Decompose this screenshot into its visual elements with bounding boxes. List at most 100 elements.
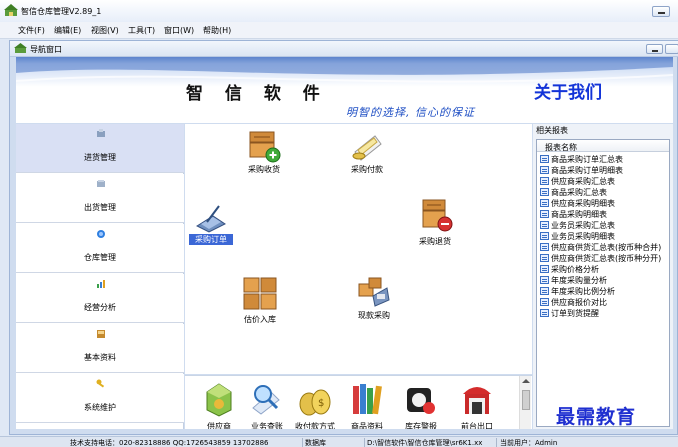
chart-icon bbox=[97, 280, 105, 288]
purchase-receive-button[interactable]: 采购收货 bbox=[240, 128, 288, 175]
toolbar-label-front-exit: 前台出口 bbox=[461, 422, 493, 429]
estimated-inbound-label: 估价入库 bbox=[244, 315, 276, 324]
report-item[interactable]: 订单到货提醒 bbox=[540, 308, 599, 319]
report-item[interactable]: 商品采购订单汇总表 bbox=[540, 154, 623, 165]
report-item[interactable]: 业务员采购汇总表 bbox=[540, 220, 615, 231]
purchase-order-button[interactable]: 采购订单 bbox=[189, 202, 233, 245]
purchase-return-label: 采购退货 bbox=[419, 237, 451, 246]
related-reports-title: 相关报表 bbox=[536, 126, 568, 135]
nav-item-basic-data[interactable]: 基本资料 bbox=[16, 324, 184, 373]
purchase-payment-button[interactable]: 采购付款 bbox=[343, 130, 391, 175]
menu-window[interactable]: 窗口(W) bbox=[164, 25, 194, 36]
report-item[interactable]: 供应商供货汇总表(按币种合并) bbox=[540, 242, 661, 253]
report-item[interactable]: 供应商采购汇总表 bbox=[540, 176, 615, 187]
nav-label-shipping: 出货管理 bbox=[84, 203, 116, 212]
report-doc-icon bbox=[540, 188, 549, 196]
minimize-button[interactable] bbox=[652, 6, 670, 17]
status-support: 技术支持电话：020-82318886 QQ:1726543859 137028… bbox=[70, 438, 303, 447]
report-item-label: 供应商供货汇总表(按币种合并) bbox=[551, 243, 662, 252]
app-logo-icon bbox=[4, 4, 18, 16]
report-item-label: 商品采购明细表 bbox=[551, 210, 607, 219]
app-title: 智信仓库管理V2.89_1 bbox=[21, 7, 102, 16]
nav-item-shipping[interactable]: 出货管理 bbox=[16, 174, 184, 223]
quick-toolbar: 供应商 业务查账 $ 收付款方式 商品资料 库存警报 前台出口 bbox=[185, 375, 532, 429]
toolbar-scrollbar[interactable] bbox=[519, 376, 531, 429]
brand-title: 智 信 软 件 bbox=[186, 84, 328, 104]
status-path: D:\智信软件\智信仓库管理\sr6K1.xx bbox=[367, 438, 497, 447]
status-bar: 技术支持电话：020-82318886 QQ:1726543859 137028… bbox=[0, 436, 678, 447]
report-item-label: 业务员采购汇总表 bbox=[551, 221, 615, 230]
toolbar-stock-alert[interactable]: 库存警报 bbox=[399, 380, 443, 429]
toolbar-label-product-data: 商品资料 bbox=[351, 422, 383, 429]
report-doc-icon bbox=[540, 177, 549, 185]
report-item[interactable]: 年度采购比例分析 bbox=[540, 286, 615, 297]
report-item-label: 商品采购订单明细表 bbox=[551, 166, 623, 175]
report-list: 报表名称 商品采购订单汇总表 商品采购订单明细表 供应商采购汇总表 商品采购汇总表 供应… bbox=[536, 139, 670, 427]
report-item-label: 供应商报价对比 bbox=[551, 298, 607, 307]
menu-file[interactable]: 文件(F) bbox=[18, 25, 45, 36]
report-doc-icon bbox=[540, 254, 549, 262]
report-item[interactable]: 供应商供货汇总表(按币种分开) bbox=[540, 253, 661, 264]
report-item-label: 供应商供货汇总表(按币种分开) bbox=[551, 254, 662, 263]
nav-item-purchase[interactable]: 进货管理 bbox=[16, 124, 184, 173]
child-maximize-button[interactable] bbox=[665, 44, 678, 54]
about-us-link[interactable]: 关于我们 bbox=[534, 78, 602, 103]
report-item-label: 商品采购汇总表 bbox=[551, 188, 607, 197]
report-item[interactable]: 采购价格分析 bbox=[540, 264, 599, 275]
cash-purchase-button[interactable]: 现款采购 bbox=[349, 274, 399, 321]
estimated-inbound-button[interactable]: 估价入库 bbox=[235, 274, 285, 325]
toolbar-label-account-check: 业务查账 bbox=[251, 422, 283, 429]
report-item-label: 商品采购订单汇总表 bbox=[551, 155, 623, 164]
report-item[interactable]: 商品采购明细表 bbox=[540, 209, 607, 220]
report-item[interactable]: 商品采购订单明细表 bbox=[540, 165, 623, 176]
report-item-label: 供应商采购明细表 bbox=[551, 199, 615, 208]
shop-icon bbox=[463, 387, 491, 414]
toolbar-product-data[interactable]: 商品资料 bbox=[345, 380, 389, 429]
menu-help[interactable]: 帮助(H) bbox=[203, 25, 231, 36]
menu-tools[interactable]: 工具(T) bbox=[128, 25, 155, 36]
report-item[interactable]: 业务员采购明细表 bbox=[540, 231, 615, 242]
box-remove-icon bbox=[422, 199, 453, 232]
status-db: 数据库 bbox=[305, 438, 365, 447]
app-titlebar: 智信仓库管理V2.89_1 bbox=[0, 0, 678, 22]
toolbar-account-check[interactable]: 业务查账 bbox=[245, 380, 289, 429]
child-minimize-button[interactable] bbox=[646, 44, 663, 54]
report-item[interactable]: 年度采购量分析 bbox=[540, 275, 607, 286]
toolbar-supplier[interactable]: 供应商 bbox=[197, 380, 241, 429]
nav-item-system[interactable]: 系统维护 bbox=[16, 374, 184, 423]
report-item[interactable]: 商品采购汇总表 bbox=[540, 187, 607, 198]
report-item-label: 采购价格分析 bbox=[551, 265, 599, 274]
purchase-order-label: 采购订单 bbox=[189, 234, 233, 245]
cash-purchase-label: 现款采购 bbox=[358, 311, 390, 320]
report-item[interactable]: 供应商报价对比 bbox=[540, 297, 607, 308]
nav-label-basic-data: 基本资料 bbox=[84, 353, 116, 362]
scroll-up-icon[interactable] bbox=[522, 379, 530, 383]
magnifier-icon bbox=[252, 385, 280, 415]
report-doc-icon bbox=[540, 287, 549, 295]
shipping-icon bbox=[97, 180, 105, 187]
toolbar-payment-method[interactable]: $ 收付款方式 bbox=[293, 380, 337, 429]
window-icon bbox=[14, 43, 27, 53]
report-doc-icon bbox=[540, 155, 549, 163]
watermark: 最需教育 bbox=[556, 406, 637, 428]
function-area: 采购收货 采购付款 采购订单 采购退货 估价入库 现款采购 bbox=[185, 124, 532, 374]
toolbar-front-exit[interactable]: 前台出口 bbox=[455, 380, 499, 429]
cash-purchase-icon bbox=[358, 277, 390, 307]
order-icon bbox=[195, 205, 226, 233]
nav-item-warehouse[interactable]: 仓库管理 bbox=[16, 224, 184, 273]
report-doc-icon bbox=[540, 298, 549, 306]
purchase-icon bbox=[97, 129, 105, 137]
purchase-return-button[interactable]: 采购退货 bbox=[411, 196, 459, 247]
menu-view[interactable]: 视图(V) bbox=[91, 25, 119, 36]
nav-item-analysis[interactable]: 经营分析 bbox=[16, 274, 184, 323]
report-item[interactable]: 供应商采购明细表 bbox=[540, 198, 615, 209]
nav-label-warehouse: 仓库管理 bbox=[84, 253, 116, 262]
box-add-icon bbox=[249, 131, 281, 163]
report-doc-icon bbox=[540, 166, 549, 174]
report-item-label: 订单到货提醒 bbox=[551, 309, 599, 318]
menu-edit[interactable]: 编辑(E) bbox=[54, 25, 81, 36]
scroll-thumb[interactable] bbox=[522, 390, 530, 410]
menu-bar: 文件(F) 编辑(E) 视图(V) 工具(T) 窗口(W) 帮助(H) bbox=[0, 22, 678, 39]
report-column-header[interactable]: 报表名称 bbox=[537, 140, 669, 152]
nav-label-purchase: 进货管理 bbox=[84, 153, 116, 162]
